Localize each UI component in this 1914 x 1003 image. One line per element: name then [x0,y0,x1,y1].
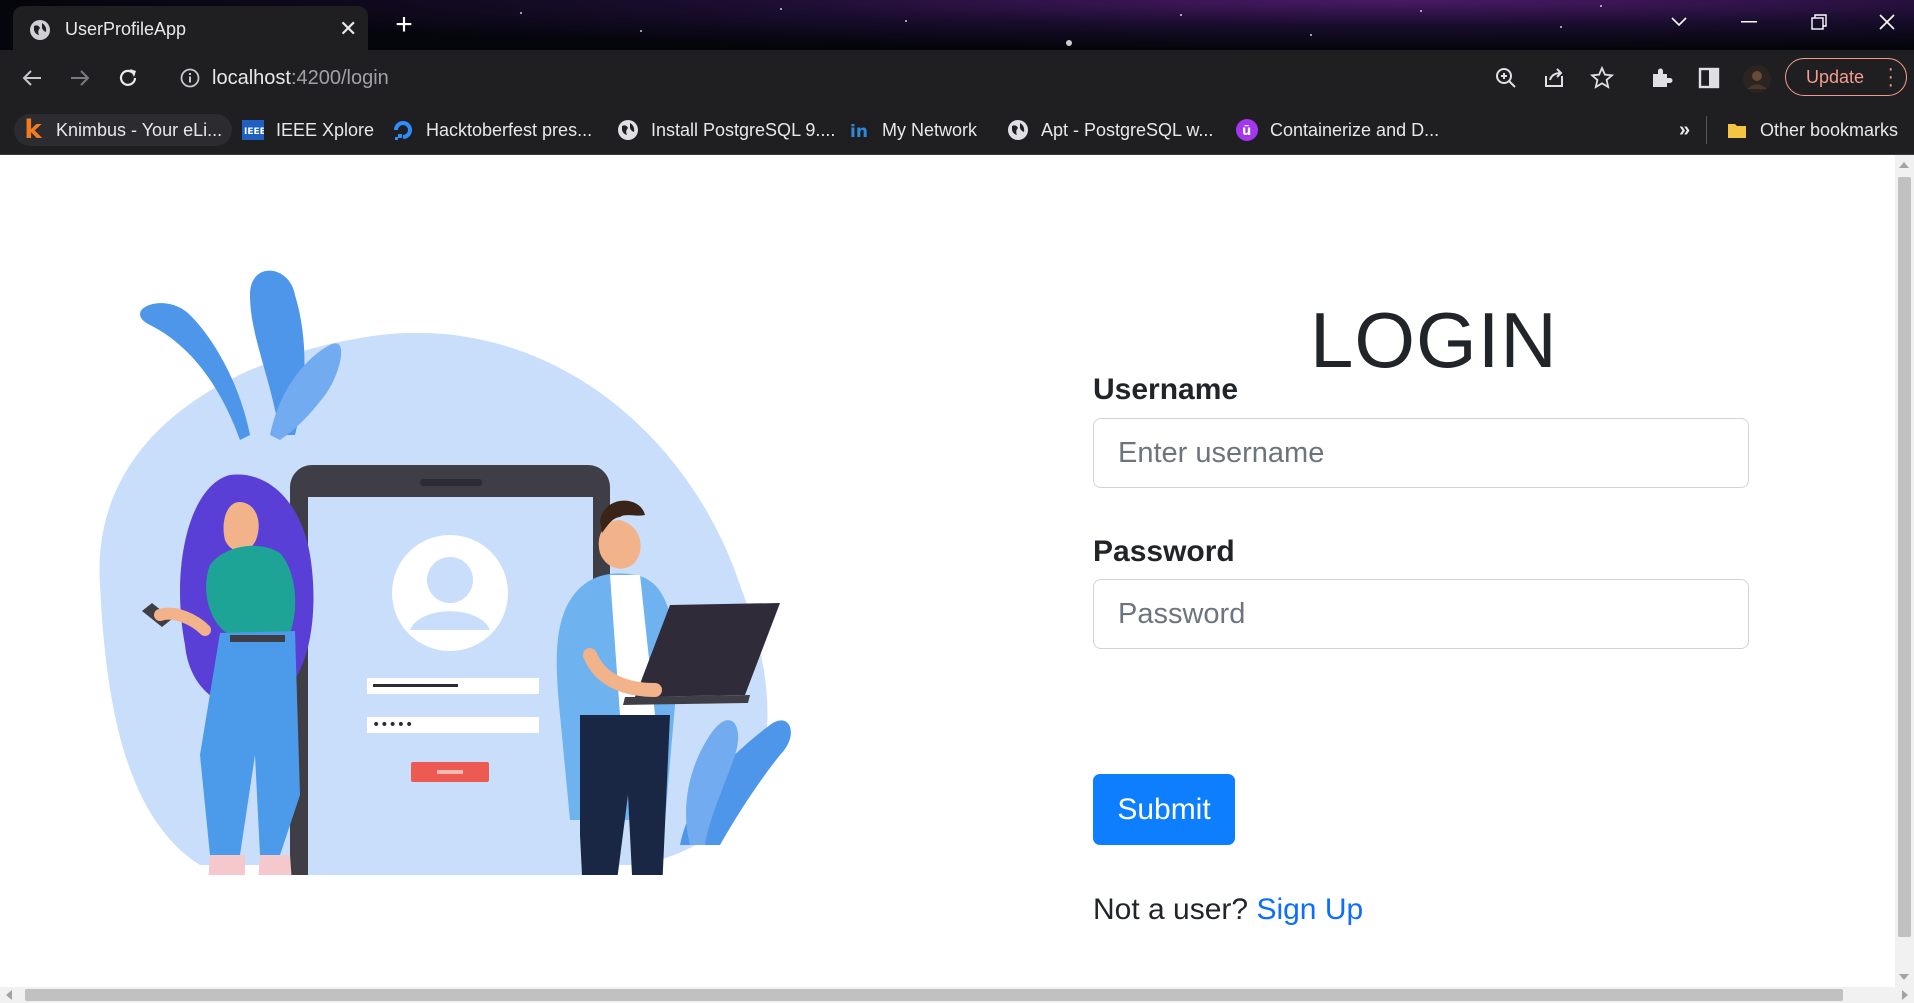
scroll-right-icon[interactable] [1902,990,1908,1000]
forward-icon[interactable] [66,64,94,92]
scroll-left-icon[interactable] [6,990,12,1000]
password-input[interactable] [1093,579,1749,649]
svg-text:ū: ū [1242,124,1251,139]
udemy-icon: ū [1236,119,1258,141]
login-page: ••••• LOGIN Username Password Submit Not… [0,155,1895,987]
bookmark-star-icon[interactable] [1589,65,1615,90]
linkedin-icon: in [848,119,870,141]
username-input[interactable] [1093,418,1749,488]
bookmarks-divider [1706,116,1707,144]
zoom-icon[interactable] [1494,66,1518,90]
submit-button[interactable]: Submit [1093,774,1235,845]
close-window-icon[interactable] [1852,0,1914,44]
vertical-scrollbar[interactable] [1895,155,1914,987]
bookmark-install-postgresql[interactable]: Install PostgreSQL 9.... [617,114,835,146]
bookmark-label: Install PostgreSQL 9.... [651,119,836,140]
bookmark-knimbus[interactable]: k Knimbus - Your eLi... [14,114,233,146]
bookmark-label: Knimbus - Your eLi... [56,119,223,140]
horizontal-scroll-thumb[interactable] [25,989,1843,1001]
site-info-icon[interactable] [180,68,200,93]
update-button[interactable]: Update · · · [1785,58,1907,96]
globe-icon [29,19,51,46]
minimize-icon[interactable] [1714,0,1784,44]
new-tab-button[interactable]: + [384,8,424,44]
svg-text:•••••: ••••• [372,717,413,733]
scroll-down-icon[interactable] [1899,974,1909,980]
side-panel-icon[interactable] [1697,66,1721,90]
url-host: localhost [212,67,291,89]
signup-prompt: Not a user? Sign Up [1093,893,1363,927]
svg-text:IEEE: IEEE [244,127,264,137]
vertical-scroll-thumb[interactable] [1898,177,1911,937]
tab-strip: UserProfileApp ✕ + [0,0,1914,50]
knimbus-icon: k [24,115,42,145]
bookmark-label: My Network [882,119,978,140]
globe-icon [1007,119,1029,141]
other-bookmarks-label: Other bookmarks [1760,119,1899,140]
update-label: Update [1806,67,1865,87]
tab-search-icon[interactable] [1644,0,1714,44]
page-title: LOGIN [1310,296,1558,384]
bookmarks-bar: k Knimbus - Your eLi... IEEE IEEE Xplore… [0,106,1914,155]
bookmark-label: Apt - PostgreSQL w... [1041,119,1214,140]
bookmark-label: Hacktoberfest pres... [426,119,593,140]
bookmark-ieee[interactable]: IEEE IEEE Xplore [242,114,374,146]
bookmarks-overflow-button[interactable]: » [1679,114,1690,146]
avatar[interactable] [1742,64,1772,94]
horizontal-scrollbar[interactable] [0,987,1914,1003]
login-illustration: ••••• [99,270,791,875]
browser-tab[interactable]: UserProfileApp ✕ [13,6,368,50]
bookmark-hacktoberfest[interactable]: Hacktoberfest pres... [392,114,592,146]
bookmark-label: IEEE Xplore [276,119,375,140]
folder-icon [1726,119,1748,141]
url-path: :4200/login [290,67,389,89]
share-icon[interactable] [1542,66,1566,90]
reload-icon[interactable] [114,64,142,92]
extensions-icon[interactable] [1649,66,1673,90]
tab-close-icon[interactable]: ✕ [339,16,357,42]
bookmark-label: Containerize and D... [1270,119,1440,140]
bookmark-my-network[interactable]: in My Network [848,114,977,146]
signup-prompt-text: Not a user? [1093,893,1249,926]
bookmark-containerize[interactable]: ū Containerize and D... [1236,114,1439,146]
back-icon[interactable] [18,64,46,92]
menu-dots-icon: · · · [1887,58,1894,96]
restore-icon[interactable] [1784,0,1854,44]
globe-icon [617,119,639,141]
address-bar[interactable]: localhost:4200/login [162,58,1627,98]
bookmark-apt-postgresql[interactable]: Apt - PostgreSQL w... [1007,114,1213,146]
username-label: Username [1093,373,1239,406]
other-bookmarks[interactable]: Other bookmarks [1726,114,1898,146]
digitalocean-icon [392,119,414,141]
signup-link[interactable]: Sign Up [1256,893,1363,926]
password-label: Password [1093,535,1235,568]
scroll-up-icon[interactable] [1899,162,1909,168]
svg-text:in: in [850,122,868,141]
browser-toolbar: localhost:4200/login Update · · · [0,50,1914,106]
url-text[interactable]: localhost:4200/login [212,67,389,90]
ieee-icon: IEEE [242,119,264,141]
tab-title: UserProfileApp [65,19,187,39]
